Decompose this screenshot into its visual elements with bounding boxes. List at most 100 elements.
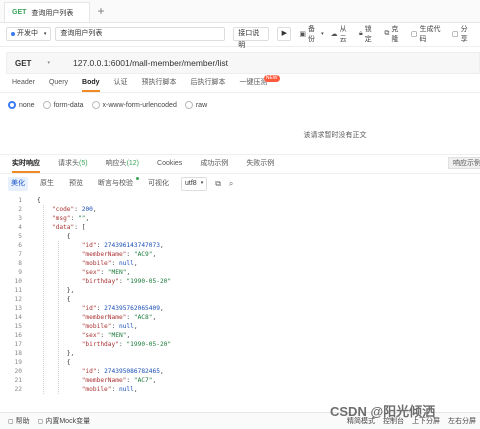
share-button[interactable]: ▢ 分享	[452, 24, 473, 44]
view-visualize[interactable]: 可视化	[145, 177, 172, 191]
code-text: "code": 200,	[51, 206, 97, 213]
copy-icon[interactable]: ⧉	[215, 179, 221, 189]
code-line: 8 "mobile": null,	[0, 259, 480, 268]
code-line: 19 {	[0, 358, 480, 367]
tab-response-headers-label: 响应头	[105, 160, 127, 167]
tab-success-example[interactable]: 成功示例	[200, 155, 228, 173]
request-headers-count: (5)	[79, 160, 88, 167]
generate-code-button[interactable]: ▢ 生成代码	[411, 24, 445, 44]
url-bar: GET ▾ 127.0.0.1:6001/mall-member/member/…	[6, 52, 480, 74]
body-type-none[interactable]: none	[8, 101, 35, 109]
code-line: 1{	[0, 196, 480, 205]
code-text: "memberName": "AC7",	[81, 377, 157, 384]
line-number: 6	[18, 242, 22, 249]
split-horizontal-label: 左右分屏	[448, 418, 476, 425]
cloud-label: 从云	[339, 26, 347, 43]
line-number: 2	[18, 206, 22, 213]
code-text: "id": 274395086782465,	[81, 368, 164, 375]
doc-button[interactable]: 接口说明	[233, 27, 270, 49]
code-line: 11 },	[0, 286, 480, 295]
line-number: 16	[14, 332, 22, 339]
code-line: 17 "birthday": "1990-05-20"	[0, 340, 480, 349]
url-input[interactable]: 127.0.0.1:6001/mall-member/member/list	[73, 58, 228, 68]
tab-live-response-label: 实时响应	[12, 160, 40, 167]
tab-pre-script[interactable]: 预执行脚本	[142, 74, 177, 92]
tab-query-user-list[interactable]: GET 查询用户列表	[4, 2, 90, 22]
method-label: GET	[15, 58, 32, 68]
tab-post-script[interactable]: 后执行脚本	[191, 74, 226, 92]
body-type-urlencoded[interactable]: x-www-form-urlencoded	[91, 101, 177, 109]
search-icon[interactable]: ⌕	[229, 179, 233, 189]
mock-icon: ▢	[37, 418, 44, 425]
run-button[interactable]: ▶	[277, 27, 292, 41]
line-number: 7	[18, 251, 22, 258]
line-number: 12	[14, 296, 22, 303]
code-text: "sex": "MEN",	[81, 332, 131, 339]
env-select[interactable]: 开发中 ▾	[6, 27, 52, 41]
line-number: 1	[18, 197, 22, 204]
toolbar: 开发中 ▾ 查询用户列表 接口说明 ▶ ▣ 备份 ▾ ☁ 从云 🔒︎ 锁定 ⧉ 克隆 ▢ 生…	[0, 22, 480, 49]
clone-button[interactable]: ⧉ 克隆	[384, 24, 404, 44]
code-line: 9 "sex": "MEN",	[0, 268, 480, 277]
tab-body[interactable]: Body	[82, 74, 100, 92]
code-text: "msg": "",	[51, 215, 90, 222]
code-line: 21 "memberName": "AC7",	[0, 376, 480, 385]
lock-button[interactable]: 🔒︎ 锁定	[359, 24, 377, 44]
help-button[interactable]: ▢ 帮助	[8, 416, 30, 426]
code-line: 14 "memberName": "AC8",	[0, 313, 480, 322]
code-text: {	[37, 197, 41, 204]
body-type-group: none form-data x-www-form-urlencoded raw	[8, 99, 215, 111]
backup-label: 备份	[307, 26, 315, 43]
code-text: "data": [	[51, 224, 86, 231]
env-dot-icon	[11, 32, 15, 36]
encoding-select[interactable]: utf8 ▾	[181, 176, 208, 191]
cloud-icon: ☁	[330, 31, 338, 38]
line-number: 4	[18, 224, 22, 231]
body-type-form-data[interactable]: form-data	[42, 101, 84, 109]
watermark: CSDN @阳光倾洒	[330, 404, 436, 419]
line-number: 10	[14, 278, 22, 285]
tab-failure-example[interactable]: 失败示例	[246, 155, 274, 173]
tab-cookies[interactable]: Cookies	[157, 155, 182, 173]
body-type-raw-label: raw	[195, 101, 208, 109]
indent-guide	[58, 241, 59, 394]
clone-icon: ⧉	[384, 30, 390, 37]
line-number: 9	[18, 269, 22, 276]
tab-success-example-label: 成功示例	[200, 160, 229, 167]
line-number: 5	[18, 233, 22, 240]
code-text: "mobile": null,	[81, 323, 138, 330]
split-horizontal-button[interactable]: 左右分屏	[448, 416, 476, 426]
tab-cookies-label: Cookies	[157, 160, 183, 167]
view-assertions[interactable]: 断言与校验	[95, 176, 139, 191]
env-label: 开发中	[17, 30, 38, 37]
response-example-button[interactable]: 响应示例	[448, 157, 480, 169]
code-line: 3 "msg": "",	[0, 214, 480, 223]
mock-variables-button[interactable]: ▢ 内置Mock变量	[38, 416, 90, 426]
cloud-button[interactable]: ☁ 从云	[331, 24, 352, 44]
line-number: 11	[14, 287, 22, 294]
view-pretty[interactable]: 美化	[8, 176, 28, 191]
view-preview[interactable]: 预览	[66, 177, 86, 191]
tab-live-response[interactable]: 实时响应	[12, 155, 40, 173]
tab-auth[interactable]: 认证	[114, 74, 128, 92]
response-code-editor[interactable]: 1{2 "code": 200, 3 "msg": "", 4 "data": [5…	[0, 196, 480, 394]
view-raw[interactable]: 原生	[37, 177, 57, 191]
tab-query[interactable]: Query	[49, 74, 68, 92]
tab-request-headers-label: 请求头	[58, 160, 79, 167]
body-type-raw[interactable]: raw	[184, 101, 208, 109]
radio-icon	[91, 101, 100, 109]
radio-icon	[42, 101, 51, 109]
code-line: 7 "memberName": "AC9",	[0, 250, 480, 259]
add-tab-button[interactable]: +	[94, 4, 108, 18]
code-line: 2 "code": 200,	[0, 205, 480, 214]
tab-stress-test[interactable]: 一键压测 NEW	[240, 74, 280, 92]
backup-button[interactable]: ▣ 备份 ▾	[299, 24, 323, 44]
tab-response-headers[interactable]: 响应头(12)	[106, 155, 139, 173]
radio-icon	[184, 101, 193, 109]
line-number: 21	[14, 377, 22, 384]
tab-request-headers[interactable]: 请求头(5)	[58, 155, 88, 173]
method-select[interactable]: GET ▾	[7, 59, 61, 68]
backup-icon: ▣	[299, 31, 306, 38]
api-name-input[interactable]: 查询用户列表	[55, 27, 226, 41]
tab-header[interactable]: Header	[12, 74, 35, 92]
